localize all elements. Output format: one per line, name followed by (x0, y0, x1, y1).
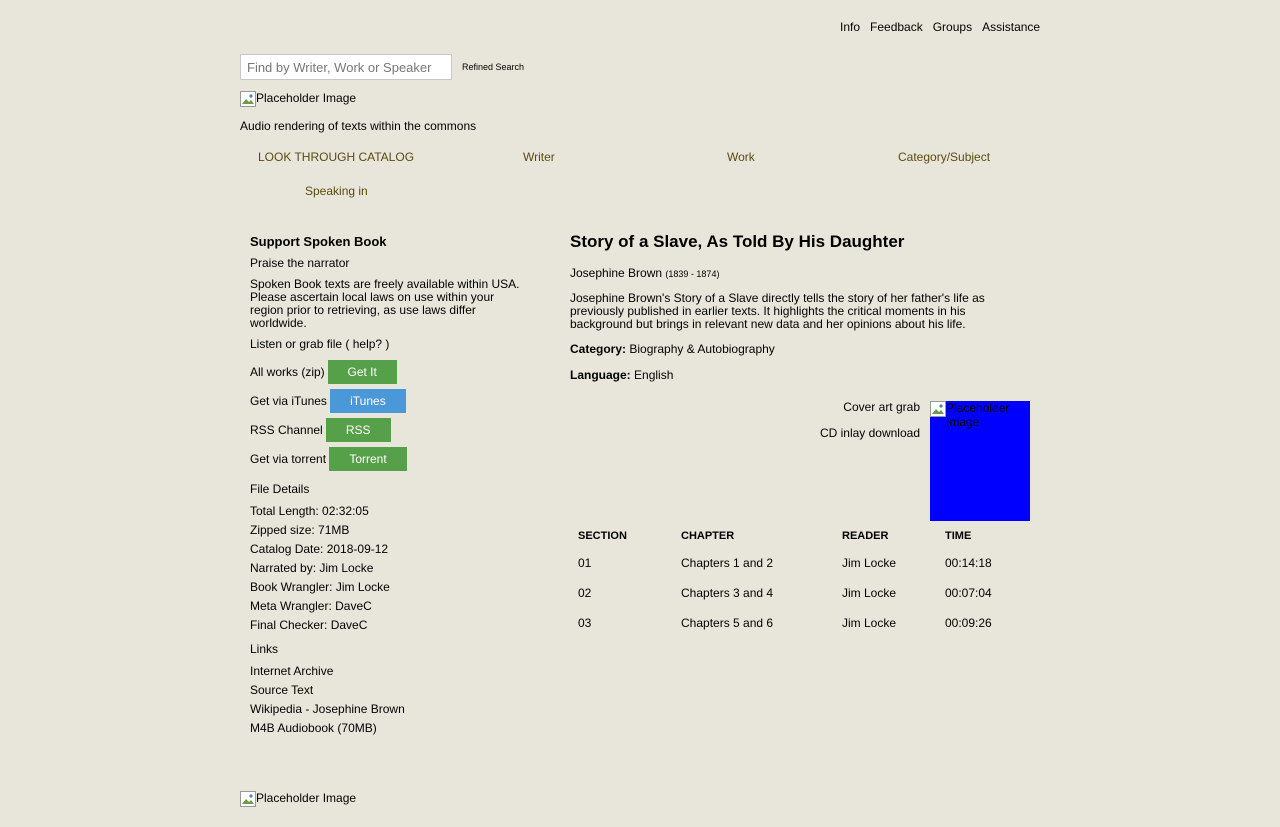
header-section: SECTION (578, 530, 627, 542)
language-value: English (634, 368, 674, 382)
book-description: Josephine Brown's Story of a Slave direc… (570, 291, 985, 331)
file-detail-item: Catalog Date: 2018-09-12 (250, 542, 389, 556)
catalog-nav-work[interactable]: Work (727, 150, 755, 164)
link-source-text[interactable]: Source Text (250, 681, 530, 700)
sidebar-title: Support Spoken Book (250, 234, 387, 249)
broken-image-icon (240, 91, 256, 107)
header-reader: READER (842, 530, 889, 542)
table-row: 02 Chapters 3 and 4 Jim Locke 00:07:04 (570, 578, 1027, 608)
file-detail-item: Total Length: 02:32:05 (250, 504, 369, 518)
cell-reader[interactable]: Jim Locke (834, 548, 937, 578)
sections-table: SECTION CHAPTER READER TIME 01 Chapters … (570, 524, 1027, 638)
refined-search-link[interactable]: Refined Search (462, 62, 524, 72)
usage-notice: Spoken Book texts are freely available w… (250, 277, 520, 330)
top-nav-assistance[interactable]: Assistance (982, 20, 1040, 34)
catalog-nav-category[interactable]: Category/Subject (898, 150, 990, 164)
header-time: TIME (945, 530, 972, 542)
download-row-zip: All works (zip) Get It (250, 357, 530, 386)
cover-art-link[interactable]: Cover art grab (760, 400, 920, 414)
catalog-nav-writer[interactable]: Writer (523, 150, 555, 164)
get-it-button[interactable]: Get It (327, 359, 397, 384)
torrent-button[interactable]: Torrent (329, 446, 408, 471)
cell-chapter[interactable]: Chapters 5 and 6 (673, 608, 834, 638)
download-row-itunes: Get via iTunes iTunes (250, 386, 530, 415)
table-header-row: SECTION CHAPTER READER TIME (570, 524, 1027, 548)
table-row: 03 Chapters 5 and 6 Jim Locke 00:09:26 (570, 608, 1027, 638)
cover-image: Placeholder Image (930, 401, 1030, 521)
file-detail-item: Meta Wrangler: DaveC (250, 599, 372, 613)
table-row: 01 Chapters 1 and 2 Jim Locke 00:14:18 (570, 548, 1027, 578)
footer-alt-text: Placeholder Image (256, 791, 357, 805)
cover-alt-text: Placeholder Image (946, 401, 1010, 429)
broken-image-icon (240, 791, 256, 807)
category-value[interactable]: Biography & Autobiography (629, 342, 774, 356)
link-internet-archive[interactable]: Internet Archive (250, 662, 530, 681)
cell-section: 01 (578, 556, 592, 570)
book-author: Josephine Brown (1839 - 1874) (570, 266, 990, 280)
cell-time: 00:09:26 (945, 616, 992, 630)
author-dates: (1839 - 1874) (665, 269, 720, 279)
cover-alt: Placeholder Image (930, 401, 1026, 429)
search-input[interactable] (240, 54, 452, 80)
link-wikipedia[interactable]: Wikipedia - Josephine Brown (250, 700, 530, 719)
cell-chapter[interactable]: Chapters 1 and 2 (673, 548, 834, 578)
link-m4b-audiobook[interactable]: M4B Audiobook (70MB) (250, 719, 530, 738)
top-nav-feedback[interactable]: Feedback (870, 20, 923, 34)
cell-time: 00:07:04 (945, 586, 992, 600)
cell-reader[interactable]: Jim Locke (834, 608, 937, 638)
book-language: Language: English (570, 368, 990, 382)
logo-alt-text: Placeholder Image (256, 91, 357, 105)
catalog-nav-language[interactable]: Speaking in (305, 184, 368, 198)
tagline: Audio rendering of texts within the comm… (240, 119, 477, 133)
book-category: Category: Biography & Autobiography (570, 342, 990, 356)
download-label: RSS Channel (250, 422, 323, 437)
sidebar: Support Spoken Book Praise the narrator … (250, 234, 530, 738)
catalog-nav-browse[interactable]: LOOK THROUGH CATALOG (258, 150, 414, 164)
cell-time: 00:14:18 (945, 556, 992, 570)
top-nav-info[interactable]: Info (840, 20, 860, 34)
download-row-rss: RSS Channel RSS (250, 415, 530, 444)
cell-section: 03 (578, 616, 592, 630)
broken-image-icon (930, 401, 946, 417)
file-details-list: Total Length: 02:32:05 Zipped size: 71MB… (250, 502, 530, 635)
cd-inlay-link[interactable]: CD inlay download (760, 426, 920, 440)
file-details-heading: File Details (250, 482, 310, 496)
book-title: Story of a Slave, As Told By His Daughte… (570, 232, 905, 251)
cell-section: 02 (578, 586, 592, 600)
file-detail-item: Narrated by: Jim Locke (250, 561, 374, 575)
rss-button[interactable]: RSS (325, 417, 391, 442)
listen-help-text: Listen or grab file ( help? ) (250, 337, 390, 351)
header-chapter: CHAPTER (681, 530, 735, 542)
category-label: Category: (570, 342, 627, 356)
links-list: Internet Archive Source Text Wikipedia -… (250, 662, 530, 738)
top-nav: Info Feedback Groups Assistance (840, 20, 1040, 34)
file-detail-item: Book Wrangler: Jim Locke (250, 580, 390, 594)
cell-reader[interactable]: Jim Locke (834, 578, 937, 608)
praise-narrator-link[interactable]: Praise the narrator (250, 257, 530, 270)
author-name[interactable]: Josephine Brown (570, 266, 662, 280)
book-details: Story of a Slave, As Told By His Daughte… (570, 232, 990, 394)
file-detail-item: Final Checker: DaveC (250, 618, 368, 632)
logo-image: Placeholder Image (240, 91, 356, 107)
top-nav-groups[interactable]: Groups (933, 20, 972, 34)
cell-chapter[interactable]: Chapters 3 and 4 (673, 578, 834, 608)
itunes-button[interactable]: iTunes (329, 388, 406, 413)
download-row-torrent: Get via torrent Torrent (250, 444, 530, 473)
language-label: Language: (570, 368, 631, 382)
download-label: Get via torrent (250, 451, 327, 466)
file-detail-item: Zipped size: 71MB (250, 523, 350, 537)
links-heading: Links (250, 642, 279, 656)
download-label: Get via iTunes (250, 393, 327, 408)
footer-image: Placeholder Image (240, 791, 356, 807)
download-label: All works (zip) (250, 364, 325, 379)
cover-links: Cover art grab CD inlay download (760, 400, 920, 452)
